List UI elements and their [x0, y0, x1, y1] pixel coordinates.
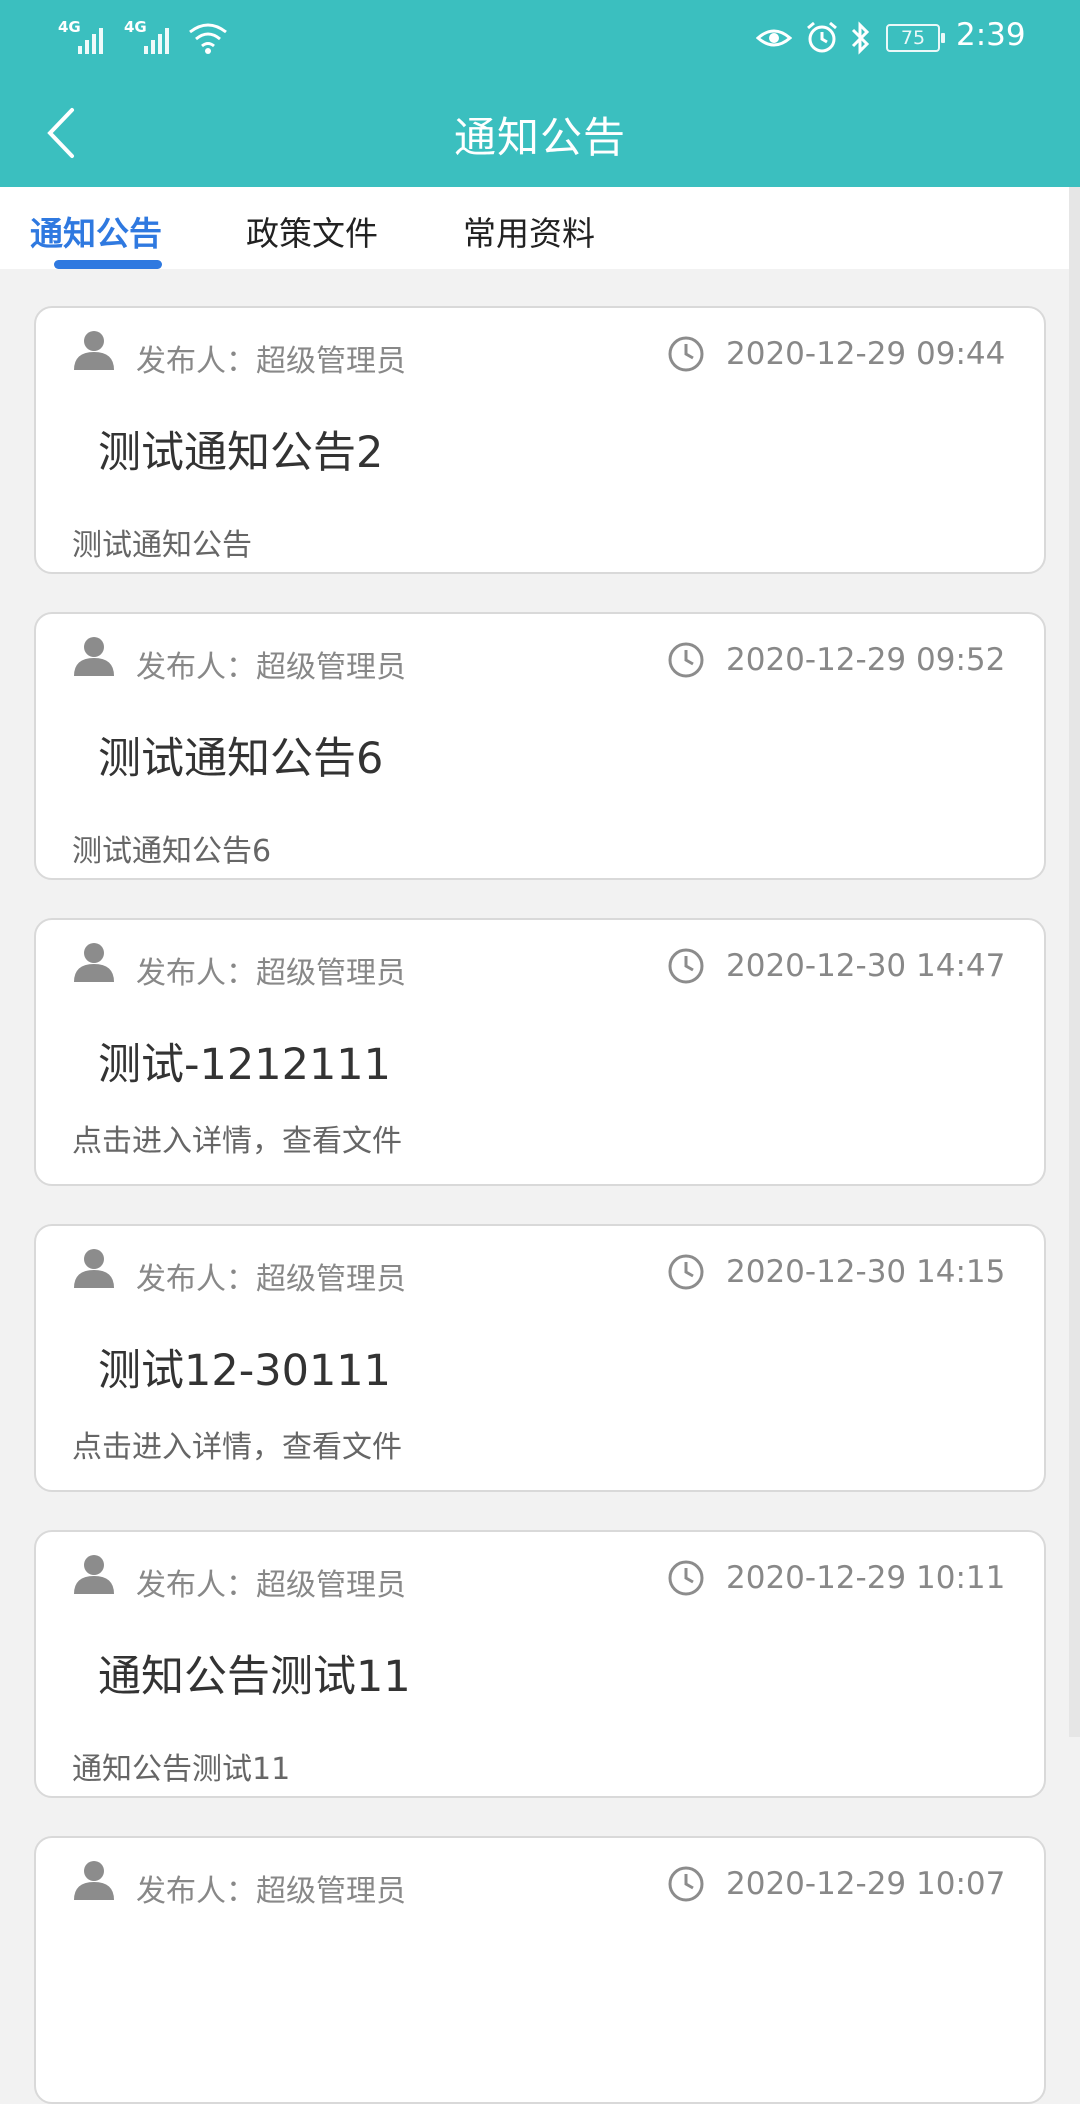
- battery-level: 75: [900, 27, 926, 49]
- person-icon: [74, 1555, 114, 1594]
- bluetooth-icon: [851, 21, 870, 55]
- notice-summary: 测试通知公告: [72, 528, 252, 563]
- notice-summary: 点击进入详情，查看文件: [72, 1124, 402, 1159]
- notice-title: 测试通知公告2: [98, 428, 384, 478]
- publisher-label: 发布人：超级管理员: [136, 1568, 406, 1603]
- person-icon: [74, 331, 114, 370]
- person-icon: [74, 943, 114, 982]
- publisher-label: 发布人：超级管理员: [136, 1874, 406, 1909]
- notice-card[interactable]: 发布人：超级管理员 2020-12-29 10:11 通知公告测试11 通知公告…: [34, 1530, 1046, 1798]
- status-bar: 4G 4G 75 2:39: [0, 0, 1080, 78]
- tab-bar: 通知公告 政策文件 常用资料: [0, 187, 1069, 269]
- notice-title: 通知公告测试11: [98, 1652, 411, 1702]
- person-icon: [74, 1249, 114, 1288]
- clock-icon: [668, 642, 704, 678]
- notice-summary: 通知公告测试11: [72, 1752, 291, 1787]
- notice-card[interactable]: 发布人：超级管理员 2020-12-29 10:07: [34, 1836, 1046, 2104]
- clock-icon: [668, 948, 704, 984]
- status-time: 2:39: [956, 17, 1026, 53]
- person-icon: [74, 637, 114, 676]
- page-title: 通知公告: [453, 113, 626, 162]
- publisher-label: 发布人：超级管理员: [136, 650, 406, 685]
- publisher-label: 发布人：超级管理员: [136, 956, 406, 991]
- notice-summary: 点击进入详情，查看文件: [72, 1430, 402, 1465]
- publisher-label: 发布人：超级管理员: [136, 1262, 406, 1297]
- publish-date: 2020-12-29 09:52: [726, 642, 1006, 678]
- publish-date: 2020-12-29 10:11: [726, 1560, 1006, 1596]
- publish-date: 2020-12-30 14:15: [726, 1254, 1006, 1290]
- alarm-icon: [807, 21, 837, 53]
- publish-date: 2020-12-29 10:07: [726, 1866, 1006, 1902]
- notice-card[interactable]: 发布人：超级管理员 2020-12-30 14:15 测试12-30111 点击…: [34, 1224, 1046, 1492]
- notice-card[interactable]: 发布人：超级管理员 2020-12-29 09:52 测试通知公告6 测试通知公…: [34, 612, 1046, 880]
- battery-icon: 75: [886, 24, 945, 52]
- eye-icon: [756, 29, 792, 47]
- publish-date: 2020-12-29 09:44: [726, 336, 1006, 372]
- wifi-icon: [189, 23, 227, 54]
- notice-title: 测试12-30111: [98, 1346, 392, 1396]
- clock-icon: [668, 1866, 704, 1902]
- publish-date: 2020-12-30 14:47: [726, 948, 1006, 984]
- tab-policy-documents[interactable]: 政策文件: [246, 207, 378, 255]
- notice-card[interactable]: 发布人：超级管理员 2020-12-30 14:47 测试-1212111 点击…: [34, 918, 1046, 1186]
- nav-bar: 通知公告: [0, 78, 1080, 187]
- tab-notices[interactable]: 通知公告: [30, 207, 162, 255]
- tab-indicator: [54, 260, 162, 269]
- clock-icon: [668, 336, 704, 372]
- publisher-label: 发布人：超级管理员: [136, 344, 406, 379]
- notice-card[interactable]: 发布人：超级管理员 2020-12-29 09:44 测试通知公告2 测试通知公…: [34, 306, 1046, 574]
- clock-icon: [668, 1560, 704, 1596]
- notice-summary: 测试通知公告6: [72, 834, 272, 869]
- person-icon: [74, 1861, 114, 1900]
- clock-icon: [668, 1254, 704, 1290]
- app-header: 4G 4G 75 2:39 通知公告: [0, 0, 1080, 187]
- tab-common-materials[interactable]: 常用资料: [463, 207, 595, 255]
- notice-title: 测试-1212111: [98, 1040, 392, 1090]
- notice-title: 测试通知公告6: [98, 734, 384, 784]
- scrollbar[interactable]: [1069, 187, 1080, 1737]
